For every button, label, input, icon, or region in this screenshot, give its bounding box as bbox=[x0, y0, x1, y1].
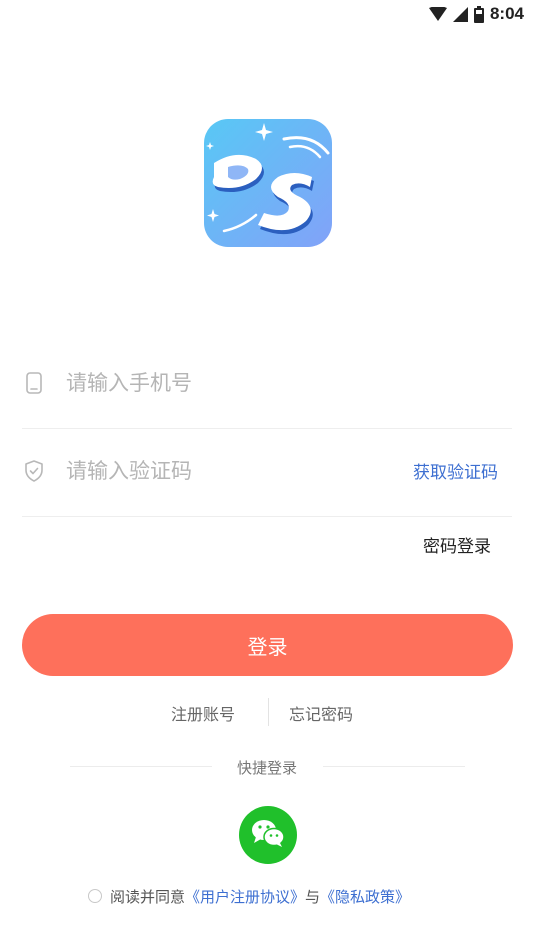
signal-icon bbox=[452, 6, 468, 22]
wifi-icon bbox=[428, 7, 447, 21]
agreement-prefix: 阅读并同意 bbox=[110, 887, 186, 906]
battery-icon bbox=[473, 5, 484, 23]
login-button[interactable]: 登录 bbox=[22, 614, 513, 676]
quick-login-title: 快捷登录 bbox=[236, 759, 297, 777]
account-links: 注册账号 忘记密码 bbox=[0, 698, 534, 726]
quick-login-header: 快捷登录 bbox=[0, 755, 534, 779]
terms-link[interactable]: 《用户注册协议》 bbox=[185, 886, 305, 907]
app-logo bbox=[204, 119, 332, 247]
phone-field bbox=[22, 340, 512, 429]
verification-code-field: 获取验证码 bbox=[22, 428, 512, 517]
register-link[interactable]: 注册账号 bbox=[171, 701, 235, 725]
phone-input[interactable] bbox=[66, 365, 386, 401]
wechat-icon bbox=[250, 818, 286, 852]
agreement-row: 阅读并同意 《用户注册协议》 与 《隐私政策》 bbox=[88, 884, 410, 908]
privacy-link[interactable]: 《隐私政策》 bbox=[320, 886, 410, 907]
shield-icon bbox=[22, 459, 46, 483]
agreement-and: 与 bbox=[305, 887, 321, 906]
links-divider bbox=[268, 698, 269, 726]
wechat-login-button[interactable] bbox=[239, 806, 297, 864]
get-code-button[interactable]: 获取验证码 bbox=[413, 458, 498, 483]
divider-right bbox=[323, 766, 465, 767]
status-time: 8:04 bbox=[489, 4, 524, 23]
agree-checkbox[interactable] bbox=[88, 889, 102, 903]
status-bar: 8:04 bbox=[0, 0, 534, 28]
verification-code-input[interactable] bbox=[66, 453, 386, 489]
forgot-password-link[interactable]: 忘记密码 bbox=[289, 701, 353, 725]
login-screen: 8:04 请输入手机号 请输入验证码 获取验证码 密码登录 登录 注册账号 忘记… bbox=[0, 0, 534, 950]
password-login-link[interactable]: 密码登录 bbox=[423, 532, 491, 557]
phone-icon bbox=[22, 371, 46, 395]
